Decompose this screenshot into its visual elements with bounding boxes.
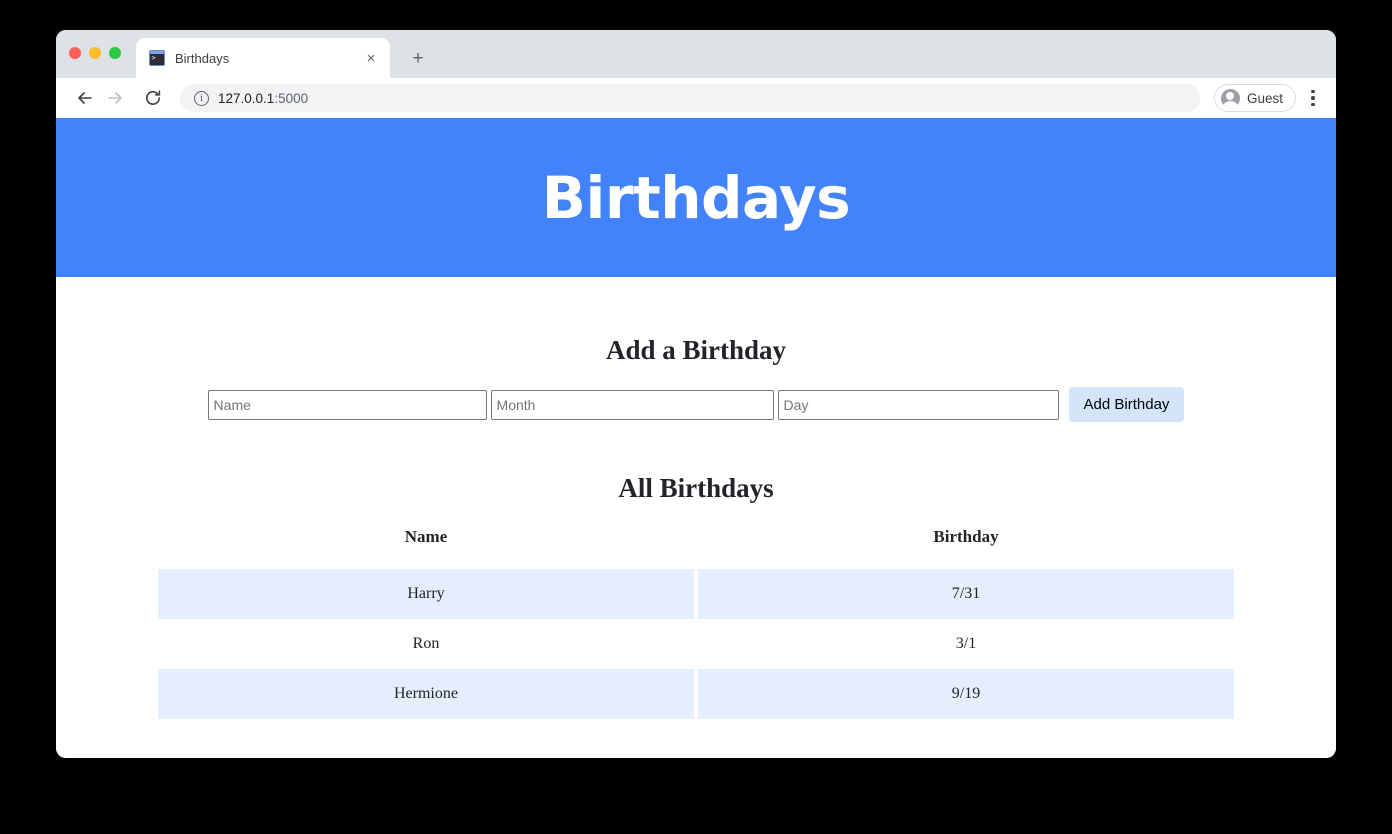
cell-name: Hermione <box>158 669 694 719</box>
url-host: 127.0.0.1 <box>218 90 275 106</box>
reload-icon[interactable] <box>138 83 168 113</box>
add-birthday-button[interactable]: Add Birthday <box>1068 387 1185 422</box>
table-head: Name Birthday <box>158 527 1234 569</box>
close-tab-icon[interactable]: × <box>360 47 382 69</box>
cell-birthday: 7/31 <box>698 569 1234 619</box>
name-input[interactable] <box>207 389 487 420</box>
table-row: Harry 7/31 <box>158 569 1234 619</box>
month-input[interactable] <box>490 389 774 420</box>
page-viewport: Birthdays Add a Birthday Add Birthday Al… <box>56 118 1336 758</box>
column-header-name: Name <box>404 527 448 546</box>
tab-title: Birthdays <box>175 50 230 66</box>
table-row: Hermione 9/19 <box>158 669 1234 719</box>
forward-icon <box>100 83 130 113</box>
site-info-icon[interactable] <box>194 90 209 106</box>
browser-tab[interactable]: Birthdays × <box>136 38 390 78</box>
new-tab-button[interactable]: + <box>404 44 432 72</box>
table-body: Harry 7/31 Ron 3/1 Hermione 9/19 <box>158 569 1234 719</box>
minimize-window-button[interactable] <box>89 47 101 59</box>
url-text: 127.0.0.1:5000 <box>218 91 308 106</box>
avatar-icon <box>1220 88 1240 108</box>
table-header-row: Name Birthday <box>158 527 1234 569</box>
browser-menu-icon[interactable] <box>1300 83 1326 113</box>
terminal-icon <box>149 50 165 66</box>
page-header-banner: Birthdays <box>56 118 1336 277</box>
column-header-birthday: Birthday <box>933 527 999 546</box>
cell-birthday: 9/19 <box>698 669 1234 719</box>
maximize-window-button[interactable] <box>109 47 121 59</box>
browser-window: Birthdays × + 127.0.0.1:5000 <box>56 30 1336 758</box>
page-body: Add a Birthday Add Birthday All Birthday… <box>56 277 1336 719</box>
add-birthday-form: Add Birthday <box>56 387 1336 422</box>
address-bar[interactable]: 127.0.0.1:5000 <box>180 84 1200 112</box>
add-birthday-heading: Add a Birthday <box>605 335 787 365</box>
back-icon[interactable] <box>70 83 100 113</box>
day-input[interactable] <box>777 389 1059 420</box>
window-traffic-lights <box>69 47 121 59</box>
page-title: Birthdays <box>541 163 851 232</box>
browser-toolbar: 127.0.0.1:5000 Guest <box>56 78 1336 118</box>
cell-name: Harry <box>158 569 694 619</box>
profile-button[interactable]: Guest <box>1213 84 1296 112</box>
tab-strip: Birthdays × + <box>56 30 1336 78</box>
cell-birthday: 3/1 <box>698 619 1234 669</box>
cell-name: Ron <box>158 619 694 669</box>
url-port: :5000 <box>274 90 309 106</box>
all-birthdays-heading: All Birthdays <box>618 473 774 503</box>
close-window-button[interactable] <box>69 47 81 59</box>
profile-label: Guest <box>1246 90 1283 106</box>
birthdays-table: Name Birthday Harry 7/31 Ron 3/1 Hermion… <box>154 527 1238 719</box>
table-row: Ron 3/1 <box>158 619 1234 669</box>
